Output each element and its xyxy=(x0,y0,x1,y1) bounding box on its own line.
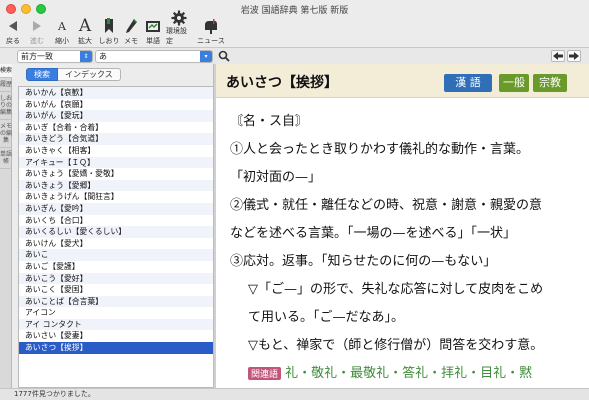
search-row: 前方一致 ⇕ あ ▾ xyxy=(0,47,589,64)
side-tab-search[interactable]: 検索 xyxy=(0,64,12,78)
wordbook-icon xyxy=(146,21,160,32)
kanji-origin-badge: 漢 語 xyxy=(444,74,492,92)
search-mode-value: 前方一致 xyxy=(21,52,53,61)
list-item[interactable]: あいくち【合口】 xyxy=(19,215,213,227)
bookmark-button[interactable]: しおり xyxy=(97,12,121,46)
right-arrow-icon xyxy=(569,52,579,60)
definition-line: などを述べる言葉。「一場の—を述べる」「一状」 xyxy=(230,226,517,241)
list-item[interactable]: あいことば【合言葉】 xyxy=(19,295,213,308)
back-arrow-icon xyxy=(9,21,17,31)
settings-label: 環境設定 xyxy=(166,27,187,45)
list-item[interactable]: あいがん【哀願】 xyxy=(19,99,213,111)
shrink-button[interactable]: A 縮小 xyxy=(52,12,72,46)
list-item[interactable]: あいこく【愛国】 xyxy=(19,284,213,296)
forward-arrow-icon xyxy=(33,21,41,31)
list-item[interactable]: あいさい【愛妻】 xyxy=(19,330,213,342)
news-label: ニュース xyxy=(197,37,225,45)
religion-badge: 宗教 xyxy=(533,74,567,92)
search-query-value: あ xyxy=(99,52,107,61)
memo-label: メモ xyxy=(124,37,138,45)
memo-button[interactable]: メモ xyxy=(122,12,140,46)
shrink-label: 縮小 xyxy=(55,37,69,45)
entry-pane: あいさつ【挨拶】 漢 語 一般 宗教 〘名・ス自〙 ①人と会ったとき取りかわす儀… xyxy=(216,64,589,388)
list-item[interactable]: あいご【愛護】 xyxy=(19,261,213,273)
forward-button[interactable]: 進む xyxy=(26,12,48,46)
wordbook-button[interactable]: 単語 xyxy=(143,12,163,46)
pencil-icon xyxy=(126,19,137,33)
definition-line: ①人と会ったとき取りかわす儀礼的な動作・言葉。 xyxy=(230,142,530,157)
toolbar: 戻る 進む A 縮小 A 拡大 しおり メモ 単語 環境設定 ニュース xyxy=(0,10,589,46)
side-tab-history[interactable]: 履歴 xyxy=(0,78,12,92)
wordbook-label: 単語 xyxy=(146,37,160,45)
left-arrow-icon xyxy=(553,52,563,60)
part-of-speech: 〘名・ス自〙 xyxy=(230,114,309,129)
side-tab-memo-edit[interactable]: メモの編集 xyxy=(0,120,12,148)
status-bar: 1777件見つかりました。 xyxy=(0,388,589,400)
list-item[interactable]: あいきょう【愛郷】 xyxy=(19,179,213,192)
search-input[interactable]: あ ▾ xyxy=(95,50,213,63)
note-line: ▽もと、禅家で（師と修行僧が）問答を交わす意。 xyxy=(248,338,544,353)
side-tab-bookmark-edit[interactable]: しおりの編集 xyxy=(0,92,12,120)
bookmark-icon xyxy=(105,18,113,33)
list-item[interactable]: あいぎん【愛吟】 xyxy=(19,202,213,215)
list-item[interactable]: あいきょうげん【間狂言】 xyxy=(19,191,213,203)
back-button[interactable]: 戻る xyxy=(2,12,24,46)
enlarge-button[interactable]: A 拡大 xyxy=(75,12,95,46)
list-item[interactable]: あいがん【愛玩】 xyxy=(19,110,213,122)
list-item[interactable]: アイコン xyxy=(19,307,213,319)
general-badge: 一般 xyxy=(499,74,529,92)
definition-line: ③応対。返事。「知らせたのに何の—もない」 xyxy=(230,254,497,269)
result-count: 1777件見つかりました。 xyxy=(14,390,95,398)
list-item-selected[interactable]: あいさつ【挨拶】 xyxy=(19,342,213,354)
magnifier-icon xyxy=(218,50,230,62)
chevron-updown-icon: ⇕ xyxy=(80,51,92,62)
large-letter-a-icon: A xyxy=(78,16,92,36)
list-item[interactable]: あいきゃく【相客】 xyxy=(19,145,213,157)
list-item[interactable]: あいきどう【合気道】 xyxy=(19,133,213,145)
list-item[interactable]: あいかん【哀歓】 xyxy=(19,87,213,99)
list-item[interactable]: あいきょう【愛嬌・愛敬】 xyxy=(19,168,213,180)
segment-search[interactable]: 検索 xyxy=(26,68,58,81)
back-label: 戻る xyxy=(6,37,20,45)
list-item[interactable]: あいぎ【合着・合着】 xyxy=(19,122,213,134)
list-item[interactable]: あいこう【愛好】 xyxy=(19,272,213,285)
list-item[interactable]: アイ コンタクト xyxy=(19,318,213,331)
news-button[interactable]: ニュース xyxy=(197,12,225,46)
search-button[interactable] xyxy=(218,50,232,63)
list-item[interactable]: あいこ xyxy=(19,249,213,261)
related-words-line: 関連語 礼・敬礼・最敬礼・答礼・拝礼・目礼・黙 xyxy=(248,362,532,381)
segment-index[interactable]: インデックス xyxy=(58,68,121,81)
definition-line: ②儀式・就任・離任などの時、祝意・謝意・親愛の意 xyxy=(230,198,543,213)
prev-entry-button[interactable] xyxy=(551,50,565,62)
search-mode-select[interactable]: 前方一致 ⇕ xyxy=(17,50,93,63)
entry-header: あいさつ【挨拶】 漢 語 一般 宗教 xyxy=(216,64,589,98)
mailbox-icon xyxy=(205,19,217,34)
related-words-links[interactable]: 礼・敬礼・最敬礼・答礼・拝礼・目礼・黙 xyxy=(285,366,532,381)
note-line: ▽「ご—」の形で、失礼な応答に対して皮肉をこめ xyxy=(248,282,544,297)
example-line: 「初対面の—」 xyxy=(230,170,322,185)
enlarge-label: 拡大 xyxy=(78,37,92,45)
results-pane: 検索 インデックス あいかん【哀歓】 あいがん【哀願】 あいがん【愛玩】 あいぎ… xyxy=(12,64,214,388)
side-tabs: 検索 履歴 しおりの編集 メモの編集 単語帳 xyxy=(0,64,12,388)
gear-icon xyxy=(171,10,187,26)
bookmark-label: しおり xyxy=(98,37,120,45)
note-line: て用いる。「ご—だなあ」。 xyxy=(248,310,405,325)
related-words-tag: 関連語 xyxy=(248,367,282,380)
list-item[interactable]: あいくるしい【愛くるしい】 xyxy=(19,226,213,238)
results-list[interactable]: あいかん【哀歓】 あいがん【哀願】 あいがん【愛玩】 あいぎ【合着・合着】 あい… xyxy=(18,86,214,388)
search-mode-segments: 検索 インデックス xyxy=(26,68,121,81)
list-item[interactable]: アイキュー【ＩＱ】 xyxy=(19,156,213,169)
forward-label: 進む xyxy=(30,37,44,45)
chevron-down-icon: ▾ xyxy=(200,51,212,62)
settings-button[interactable]: 環境設定 xyxy=(166,10,192,46)
entry-headword: あいさつ【挨拶】 xyxy=(226,75,338,91)
side-tab-wordbook[interactable]: 単語帳 xyxy=(0,148,12,169)
next-entry-button[interactable] xyxy=(567,50,581,62)
small-letter-a-icon: A xyxy=(58,19,66,33)
list-item[interactable]: あいけん【愛犬】 xyxy=(19,238,213,250)
